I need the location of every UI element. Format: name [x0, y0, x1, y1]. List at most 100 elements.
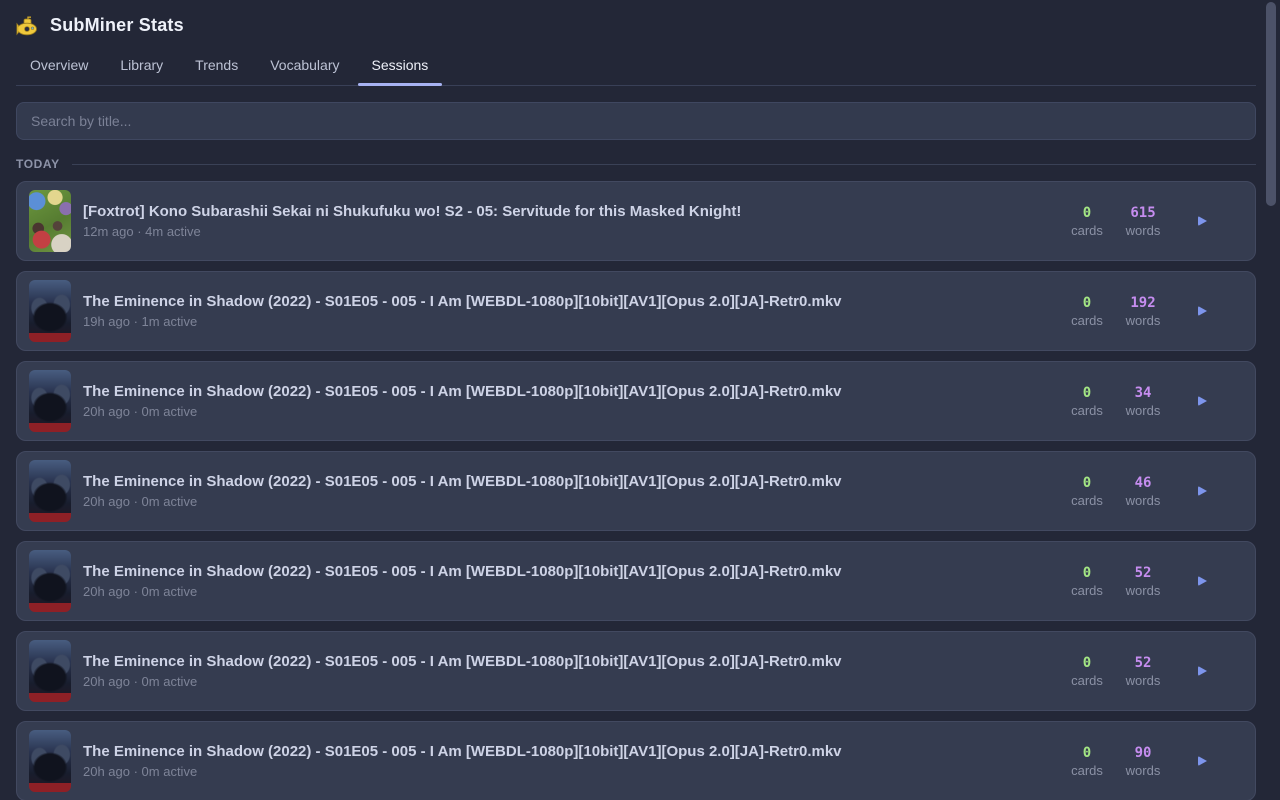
- cards-count: 0: [1066, 295, 1108, 311]
- session-meta: 12m ago · 4m active: [83, 224, 1050, 239]
- session-stats: 0 cards 52 words: [1066, 565, 1239, 598]
- words-label: words: [1122, 583, 1164, 598]
- cards-count: 0: [1066, 655, 1108, 671]
- words-count: 52: [1122, 565, 1164, 581]
- page: SubMiner Stats Overview Library Trends V…: [16, 0, 1256, 800]
- play-icon: [1198, 216, 1207, 226]
- play-button[interactable]: [1194, 752, 1211, 770]
- cards-count: 0: [1066, 205, 1108, 221]
- play-button[interactable]: [1194, 212, 1211, 230]
- words-count: 52: [1122, 655, 1164, 671]
- words-label: words: [1122, 763, 1164, 778]
- session-thumbnail: [29, 370, 71, 432]
- session-card[interactable]: The Eminence in Shadow (2022) - S01E05 -…: [16, 721, 1256, 800]
- session-card[interactable]: The Eminence in Shadow (2022) - S01E05 -…: [16, 631, 1256, 711]
- play-icon: [1198, 486, 1207, 496]
- cards-count: 0: [1066, 565, 1108, 581]
- cards-count: 0: [1066, 385, 1108, 401]
- cards-stat: 0 cards: [1066, 205, 1108, 238]
- tab-trends[interactable]: Trends: [181, 48, 252, 85]
- session-meta: 20h ago · 0m active: [83, 584, 1050, 599]
- words-label: words: [1122, 403, 1164, 418]
- cards-label: cards: [1066, 223, 1108, 238]
- play-button[interactable]: [1194, 572, 1211, 590]
- session-stats: 0 cards 615 words: [1066, 205, 1239, 238]
- session-title: The Eminence in Shadow (2022) - S01E05 -…: [83, 743, 1050, 760]
- words-count: 46: [1122, 475, 1164, 491]
- words-count: 90: [1122, 745, 1164, 761]
- session-stats: 0 cards 46 words: [1066, 475, 1239, 508]
- scrollbar-thumb[interactable]: [1266, 2, 1276, 206]
- session-info: The Eminence in Shadow (2022) - S01E05 -…: [83, 653, 1066, 689]
- session-thumbnail: [29, 640, 71, 702]
- words-stat: 52 words: [1122, 565, 1164, 598]
- session-card[interactable]: The Eminence in Shadow (2022) - S01E05 -…: [16, 361, 1256, 441]
- words-label: words: [1122, 313, 1164, 328]
- session-list: [Foxtrot] Kono Subarashii Sekai ni Shuku…: [16, 181, 1256, 800]
- words-stat: 192 words: [1122, 295, 1164, 328]
- session-title: The Eminence in Shadow (2022) - S01E05 -…: [83, 473, 1050, 490]
- cards-stat: 0 cards: [1066, 385, 1108, 418]
- section-header-today: TODAY: [16, 157, 1256, 171]
- words-stat: 615 words: [1122, 205, 1164, 238]
- tab-sessions[interactable]: Sessions: [358, 48, 443, 85]
- session-info: The Eminence in Shadow (2022) - S01E05 -…: [83, 473, 1066, 509]
- cards-stat: 0 cards: [1066, 475, 1108, 508]
- session-card[interactable]: The Eminence in Shadow (2022) - S01E05 -…: [16, 451, 1256, 531]
- cards-label: cards: [1066, 673, 1108, 688]
- session-card[interactable]: [Foxtrot] Kono Subarashii Sekai ni Shuku…: [16, 181, 1256, 261]
- words-count: 615: [1122, 205, 1164, 221]
- cards-label: cards: [1066, 763, 1108, 778]
- session-info: The Eminence in Shadow (2022) - S01E05 -…: [83, 743, 1066, 779]
- tab-library[interactable]: Library: [106, 48, 177, 85]
- session-meta: 20h ago · 0m active: [83, 404, 1050, 419]
- session-thumbnail: [29, 730, 71, 792]
- app-header: SubMiner Stats: [16, 0, 1256, 36]
- session-card[interactable]: The Eminence in Shadow (2022) - S01E05 -…: [16, 541, 1256, 621]
- words-label: words: [1122, 493, 1164, 508]
- session-info: The Eminence in Shadow (2022) - S01E05 -…: [83, 563, 1066, 599]
- search-input[interactable]: [16, 102, 1256, 140]
- session-info: [Foxtrot] Kono Subarashii Sekai ni Shuku…: [83, 203, 1066, 239]
- play-button[interactable]: [1194, 302, 1211, 320]
- section-divider: [72, 164, 1256, 165]
- play-button[interactable]: [1194, 662, 1211, 680]
- play-icon: [1198, 306, 1207, 316]
- tab-bar: Overview Library Trends Vocabulary Sessi…: [16, 48, 1256, 86]
- section-label: TODAY: [16, 157, 60, 171]
- session-title: The Eminence in Shadow (2022) - S01E05 -…: [83, 653, 1050, 670]
- cards-stat: 0 cards: [1066, 565, 1108, 598]
- tab-vocabulary[interactable]: Vocabulary: [256, 48, 353, 85]
- session-stats: 0 cards 52 words: [1066, 655, 1239, 688]
- session-stats: 0 cards 34 words: [1066, 385, 1239, 418]
- session-meta: 20h ago · 0m active: [83, 494, 1050, 509]
- play-icon: [1198, 576, 1207, 586]
- words-label: words: [1122, 673, 1164, 688]
- cards-label: cards: [1066, 403, 1108, 418]
- session-thumbnail: [29, 190, 71, 252]
- cards-label: cards: [1066, 313, 1108, 328]
- play-icon: [1198, 396, 1207, 406]
- words-count: 34: [1122, 385, 1164, 401]
- session-meta: 19h ago · 1m active: [83, 314, 1050, 329]
- play-button[interactable]: [1194, 482, 1211, 500]
- cards-stat: 0 cards: [1066, 745, 1108, 778]
- words-stat: 90 words: [1122, 745, 1164, 778]
- cards-stat: 0 cards: [1066, 295, 1108, 328]
- cards-label: cards: [1066, 583, 1108, 598]
- words-label: words: [1122, 223, 1164, 238]
- words-stat: 52 words: [1122, 655, 1164, 688]
- cards-count: 0: [1066, 745, 1108, 761]
- cards-count: 0: [1066, 475, 1108, 491]
- session-thumbnail: [29, 460, 71, 522]
- play-button[interactable]: [1194, 392, 1211, 410]
- play-icon: [1198, 756, 1207, 766]
- session-title: The Eminence in Shadow (2022) - S01E05 -…: [83, 563, 1050, 580]
- session-card[interactable]: The Eminence in Shadow (2022) - S01E05 -…: [16, 271, 1256, 351]
- session-info: The Eminence in Shadow (2022) - S01E05 -…: [83, 293, 1066, 329]
- play-icon: [1198, 666, 1207, 676]
- cards-label: cards: [1066, 493, 1108, 508]
- tab-overview[interactable]: Overview: [16, 48, 102, 85]
- words-stat: 34 words: [1122, 385, 1164, 418]
- session-title: [Foxtrot] Kono Subarashii Sekai ni Shuku…: [83, 203, 1050, 220]
